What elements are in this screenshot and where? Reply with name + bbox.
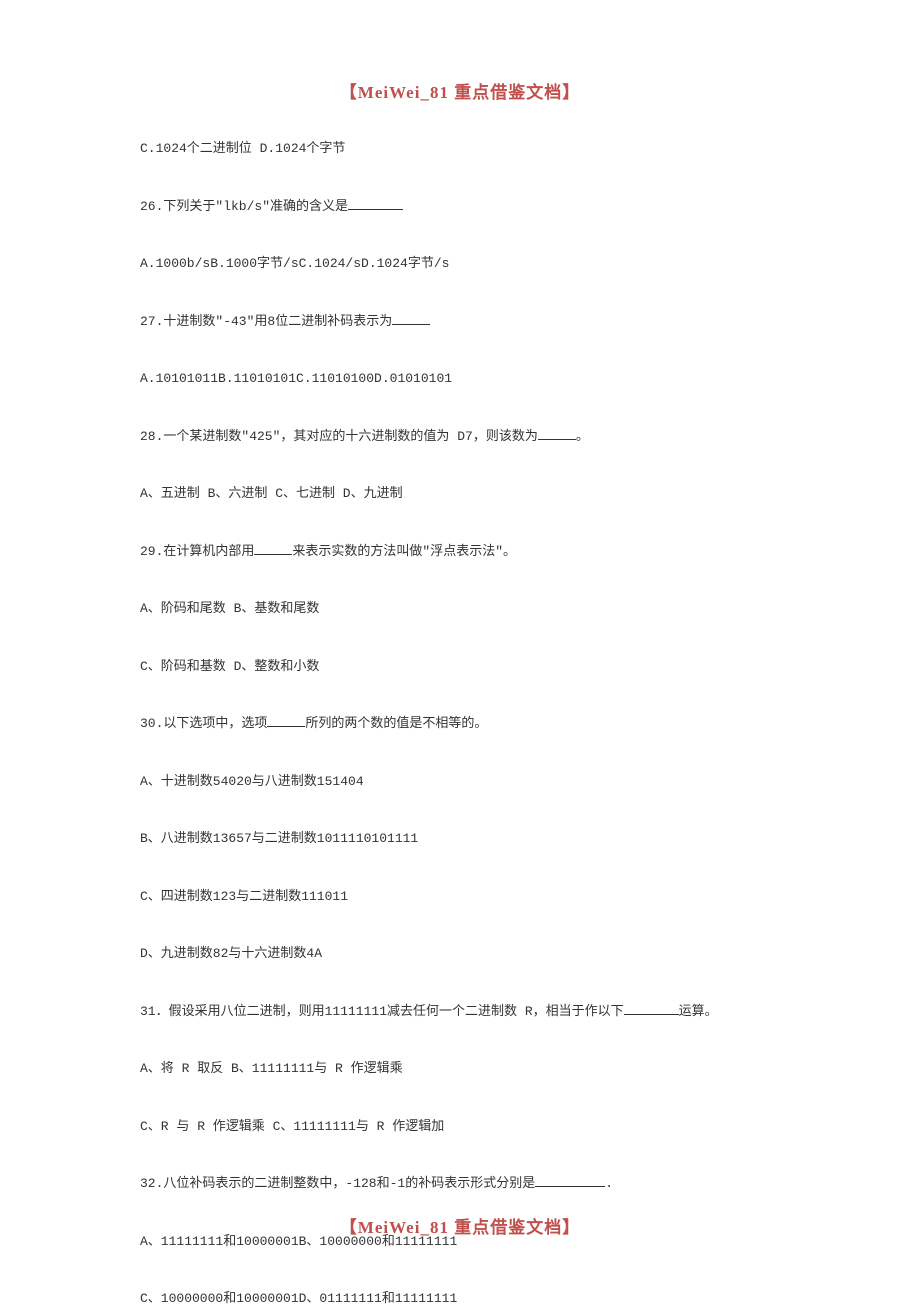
text-line: 27.十进制数"-43"用8位二进制补码表示为 [140, 312, 780, 332]
blank-fill [624, 1002, 679, 1015]
q30-text-a: 30.以下选项中，选项 [140, 716, 267, 731]
text-line: A.10101011B.11010101C.11010100D.01010101 [140, 369, 780, 389]
text-line: 29.在计算机内部用 来表示实数的方法叫做"浮点表示法"。 [140, 542, 780, 562]
document-body: C.1024个二进制位 D.1024个字节 26.下列关于"lkb/s"准确的含… [0, 103, 920, 1309]
text-line: A、阶码和尾数 B、基数和尾数 [140, 599, 780, 619]
text-line: 28.一个某进制数"425"，其对应的十六进制数的值为 D7，则该数为 。 [140, 427, 780, 447]
q30-text-b: 所列的两个数的值是不相等的。 [305, 716, 487, 731]
q29-text-a: 29.在计算机内部用 [140, 544, 254, 559]
blank-fill [392, 312, 430, 325]
q26-text: 26.下列关于"lkb/s"准确的含义是 [140, 199, 348, 214]
q28-text: 28.一个某进制数"425"，其对应的十六进制数的值为 D7，则该数为 [140, 429, 538, 444]
text-line: D、九进制数82与十六进制数4A [140, 944, 780, 964]
blank-fill [254, 542, 292, 555]
text-line: C、阶码和基数 D、整数和小数 [140, 657, 780, 677]
text-line: A、五进制 B、六进制 C、七进制 D、九进制 [140, 484, 780, 504]
blank-fill [535, 1174, 605, 1187]
q31-text-b: 运算。 [679, 1004, 718, 1019]
q27-text: 27.十进制数"-43"用8位二进制补码表示为 [140, 314, 392, 329]
blank-fill [538, 427, 576, 440]
q29-text-b: 来表示实数的方法叫做"浮点表示法"。 [292, 544, 516, 559]
footer-title: 【MeiWei_81 重点借鉴文档】 [0, 1213, 920, 1238]
header-title: 【MeiWei_81 重点借鉴文档】 [0, 0, 920, 103]
text-line: 26.下列关于"lkb/s"准确的含义是 [140, 197, 780, 217]
q28-suffix: 。 [576, 429, 589, 444]
text-line: C、10000000和10000001D、01111111和11111111 [140, 1289, 780, 1309]
text-line: A、将 R 取反 B、11111111与 R 作逻辑乘 [140, 1059, 780, 1079]
text-line: 31．假设采用八位二进制，则用11111111减去任何一个二进制数 R，相当于作… [140, 1002, 780, 1022]
text-line: C.1024个二进制位 D.1024个字节 [140, 139, 780, 159]
q32-text-a: 32.八位补码表示的二进制整数中，-128和-1的补码表示形式分别是 [140, 1176, 535, 1191]
text-line: 30.以下选项中，选项 所列的两个数的值是不相等的。 [140, 714, 780, 734]
text-line: A.1000b/sB.1000字节/sC.1024/sD.1024字节/s [140, 254, 780, 274]
q31-text-a: 31．假设采用八位二进制，则用11111111减去任何一个二进制数 R，相当于作… [140, 1004, 624, 1019]
blank-fill [267, 714, 305, 727]
text-line: A、十进制数54020与八进制数151404 [140, 772, 780, 792]
text-line: B、八进制数13657与二进制数1011110101111 [140, 829, 780, 849]
text-line: C、四进制数123与二进制数111011 [140, 887, 780, 907]
blank-fill [348, 197, 403, 210]
text-line: 32.八位补码表示的二进制整数中，-128和-1的补码表示形式分别是. [140, 1174, 780, 1194]
text-line: C、R 与 R 作逻辑乘 C、11111111与 R 作逻辑加 [140, 1117, 780, 1137]
q32-text-b: . [605, 1176, 613, 1191]
